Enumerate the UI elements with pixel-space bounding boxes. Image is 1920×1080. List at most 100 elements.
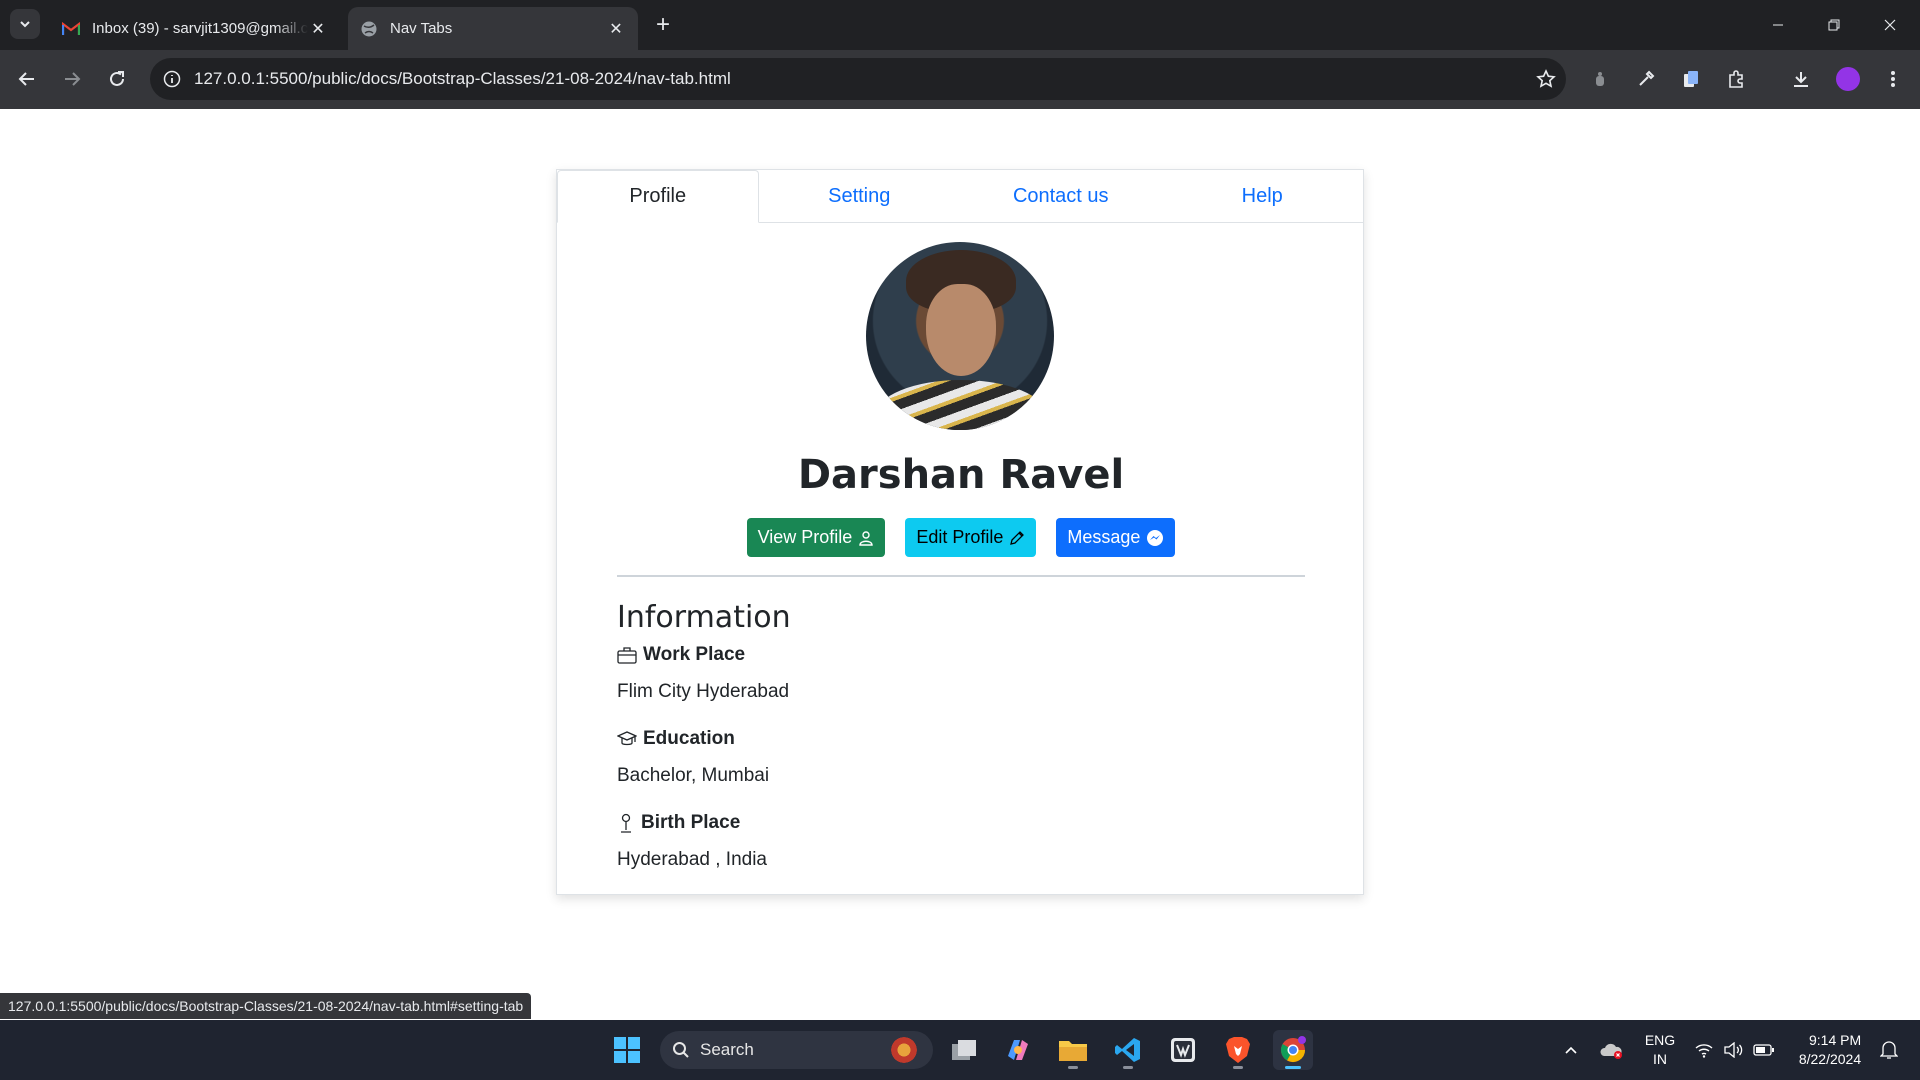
minimize-icon (1773, 24, 1783, 26)
onedrive-icon[interactable] (1598, 1020, 1624, 1080)
profile-card: Profile Setting Contact us Help Darshan … (556, 169, 1364, 895)
site-info-icon[interactable] (150, 70, 194, 88)
tab-setting[interactable]: Setting (759, 170, 961, 222)
show-hidden-icons-button[interactable] (1560, 1020, 1582, 1080)
more-menu-icon[interactable] (1880, 66, 1906, 92)
education-label: Education (617, 728, 735, 750)
windows-logo-icon (614, 1037, 640, 1063)
battery-icon[interactable] (1752, 1020, 1776, 1080)
file-explorer-button[interactable] (1053, 1030, 1093, 1070)
graduation-cap-icon (617, 731, 637, 746)
search-placeholder: Search (700, 1040, 754, 1059)
new-tab-button[interactable]: + (650, 11, 676, 38)
close-window-button[interactable] (1862, 0, 1918, 50)
app-icon (1171, 1038, 1195, 1062)
profile-name: Darshan Ravel (797, 452, 1125, 498)
gmail-icon (62, 20, 80, 38)
profile-photo (866, 242, 1054, 430)
download-icon[interactable] (1788, 66, 1814, 92)
language-indicator[interactable]: ENG IN (1640, 1020, 1680, 1080)
divider (617, 575, 1305, 577)
close-icon[interactable]: ✕ (606, 19, 626, 39)
chrome-button[interactable] (1273, 1030, 1313, 1070)
view-profile-label: View Profile (757, 527, 853, 547)
copy-extension-icon[interactable] (1678, 66, 1704, 92)
edit-profile-button[interactable]: Edit Profile (905, 518, 1037, 557)
app-button[interactable] (1163, 1030, 1203, 1070)
action-buttons: View Profile Edit Profile Message (557, 518, 1365, 557)
minimize-button[interactable] (1750, 0, 1806, 50)
brave-button[interactable] (1218, 1030, 1258, 1070)
briefcase-icon (617, 647, 637, 664)
forward-button[interactable] (55, 62, 89, 96)
edit-profile-label: Edit Profile (916, 527, 1004, 547)
language-label: ENG (1644, 1032, 1676, 1048)
status-bar-url: 127.0.0.1:5500/public/docs/Bootstrap-Cla… (0, 993, 532, 1019)
reload-button[interactable] (100, 62, 134, 96)
volume-icon[interactable] (1722, 1020, 1744, 1080)
region-label: IN (1653, 1051, 1667, 1067)
tab-help[interactable]: Help (1162, 170, 1364, 222)
back-button[interactable] (10, 62, 44, 96)
close-icon (1884, 19, 1896, 31)
taskbar-search[interactable]: Search (660, 1031, 933, 1069)
info-heading: Information (617, 600, 791, 635)
notifications-bell-icon[interactable] (1876, 1020, 1902, 1080)
url-text: 127.0.0.1:5500/public/docs/Bootstrap-Cla… (194, 69, 731, 88)
restore-button[interactable] (1806, 0, 1862, 50)
browser-tab-inbox[interactable]: Inbox (39) - sarvjit1309@gmail.com ✕ (50, 7, 340, 50)
browser-toolbar: 127.0.0.1:5500/public/docs/Bootstrap-Cla… (0, 50, 1920, 109)
chevron-up-icon (1565, 1046, 1577, 1054)
copilot-icon (1008, 1040, 1028, 1060)
arrow-left-icon (18, 72, 34, 86)
puzzle-extensions-icon[interactable] (1723, 66, 1749, 92)
restore-icon (1828, 19, 1840, 31)
address-bar[interactable]: 127.0.0.1:5500/public/docs/Bootstrap-Cla… (150, 58, 1566, 100)
work-place-label: Work Place (617, 644, 745, 666)
tab-title: Inbox (39) - sarvjit1309@gmail.com (92, 20, 308, 37)
birth-place-label: Birth Place (617, 812, 740, 834)
message-button[interactable]: Message (1056, 518, 1176, 557)
start-button[interactable] (607, 1030, 647, 1070)
person-icon (859, 530, 874, 546)
education-value: Bachelor, Mumbai (617, 765, 770, 786)
wifi-icon[interactable] (1693, 1020, 1715, 1080)
tab-search-button[interactable] (10, 9, 40, 39)
tab-profile[interactable]: Profile (557, 170, 759, 223)
search-icon (673, 1042, 689, 1058)
extension-icon[interactable] (1587, 66, 1613, 92)
reload-icon (110, 71, 124, 86)
vscode-icon (1115, 1038, 1140, 1062)
chevron-down-icon (20, 21, 30, 28)
windows-taskbar: Search ENG IN 9:14 PM 8/22/2024 (0, 1020, 1920, 1080)
vscode-button[interactable] (1108, 1030, 1148, 1070)
folder-icon (1059, 1041, 1087, 1061)
tab-contact-us[interactable]: Contact us (960, 170, 1162, 222)
bookmark-star-icon[interactable] (1526, 69, 1566, 89)
close-icon[interactable]: ✕ (308, 19, 328, 39)
task-view-button[interactable] (944, 1030, 984, 1070)
birth-place-value: Hyderabad , India (617, 849, 767, 870)
avatar[interactable] (1836, 67, 1860, 91)
eyedropper-icon[interactable] (1633, 66, 1659, 92)
nav-tabs: Profile Setting Contact us Help (557, 170, 1363, 223)
view-profile-button[interactable]: View Profile (746, 518, 886, 557)
browser-tab-nav-tabs[interactable]: Nav Tabs ✕ (348, 7, 638, 50)
messenger-icon (1147, 529, 1164, 546)
globe-icon (360, 20, 378, 38)
tab-title: Nav Tabs (390, 20, 453, 37)
browser-tab-strip: Inbox (39) - sarvjit1309@gmail.com ✕ Nav… (0, 0, 1920, 50)
date-label: 8/22/2024 (1798, 1051, 1862, 1067)
work-place-value: Flim City Hyderabad (617, 681, 790, 702)
pencil-icon (1010, 530, 1025, 545)
message-label: Message (1067, 527, 1141, 547)
task-view-icon (952, 1040, 976, 1060)
chrome-icon (1280, 1036, 1306, 1063)
copilot-button[interactable] (998, 1030, 1038, 1070)
brave-lion-icon (1226, 1037, 1250, 1063)
search-highlight-icon (889, 1035, 919, 1065)
clock[interactable]: 9:14 PM 8/22/2024 (1790, 1020, 1870, 1080)
time-label: 9:14 PM (1809, 1032, 1862, 1048)
person-standing-icon (621, 813, 631, 833)
arrow-right-icon (65, 72, 81, 86)
